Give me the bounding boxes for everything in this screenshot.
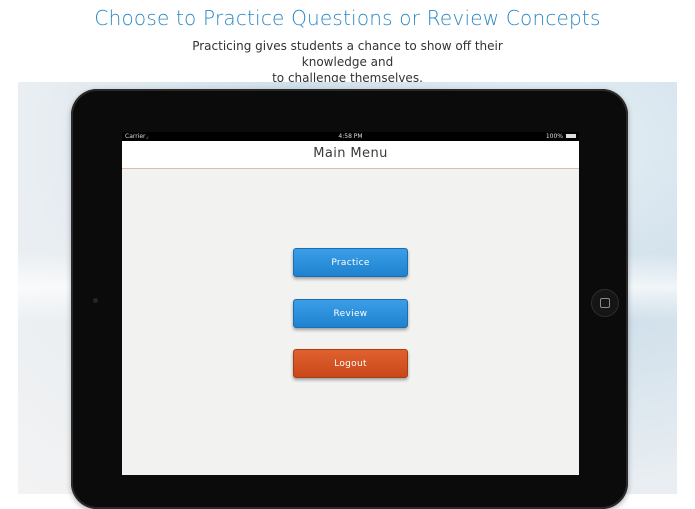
home-button[interactable] [591,289,619,317]
marketing-header: Choose to Practice Questions or Review C… [0,0,695,85]
status-bar: Carrier ◞ 4:58 PM 100% [122,132,579,141]
headline: Choose to Practice Questions or Review C… [94,6,601,30]
practice-button-label: Practice [331,257,370,268]
home-square-icon [600,298,610,308]
navigation-bar: Main Menu [122,141,579,169]
logout-button-label: Logout [334,358,367,369]
status-time: 4:58 PM [338,133,363,140]
review-button[interactable]: Review [293,299,408,328]
subline-line-1: Practicing gives students a chance to sh… [192,39,503,69]
subline: Practicing gives students a chance to sh… [160,38,535,86]
main-menu-content: Practice Review Logout [122,169,579,475]
practice-button[interactable]: Practice [293,248,408,277]
logout-button[interactable]: Logout [293,349,408,378]
battery-percent: 100% [545,133,563,140]
ipad-frame: Carrier ◞ 4:58 PM 100% Main Menu Practic… [71,89,628,509]
camera-icon [93,298,98,303]
page-title: Main Menu [313,146,388,161]
app-screen: Carrier ◞ 4:58 PM 100% Main Menu Practic… [122,132,579,475]
battery-icon [566,134,576,138]
review-button-label: Review [333,308,368,319]
